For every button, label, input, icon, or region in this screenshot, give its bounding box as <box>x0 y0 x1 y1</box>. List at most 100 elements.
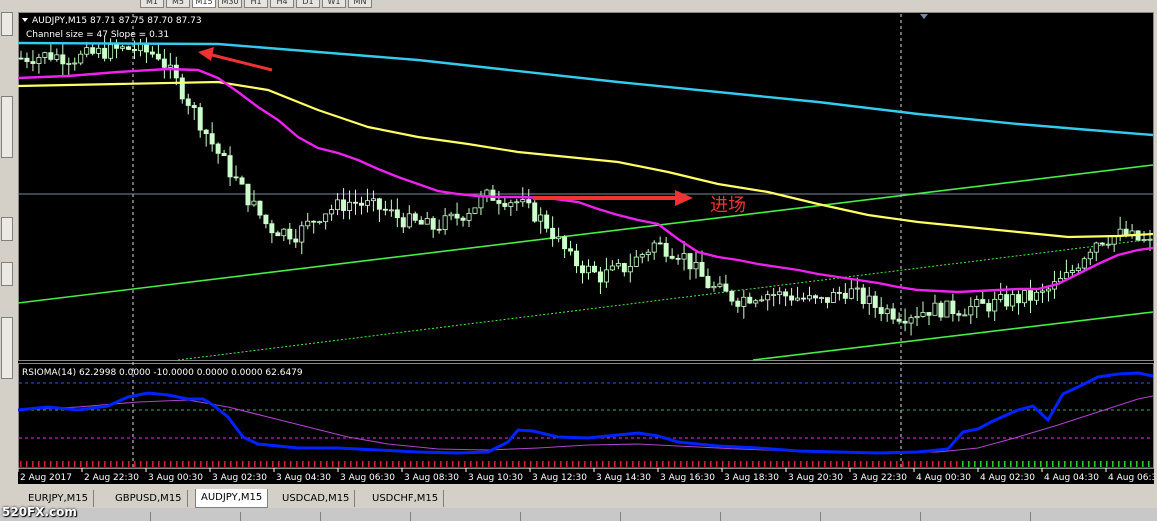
chart-tab[interactable]: AUDJPY,M15 <box>195 489 269 508</box>
histogram-bar <box>986 461 988 467</box>
candle-body <box>938 302 944 318</box>
indicator-scrollbar-thumb[interactable] <box>1 317 13 379</box>
candle-body <box>603 269 609 283</box>
candle-body <box>980 299 986 304</box>
histogram-bar <box>506 461 508 467</box>
candle-body <box>950 300 956 315</box>
histogram-bar <box>620 461 622 467</box>
timeframe-button-h4[interactable]: H4 <box>270 0 294 8</box>
indicator-scroll-up-button[interactable] <box>1 262 13 286</box>
shift-marker-icon[interactable] <box>920 14 928 19</box>
timeframe-button-m5[interactable]: M5 <box>166 0 190 8</box>
timeframe-button-m15[interactable]: M15 <box>192 0 216 8</box>
histogram-bar <box>1070 461 1072 467</box>
price-chart[interactable]: 进场 AUDJPY,M15 87.71 87.75 87.70 87.73 Ch… <box>18 12 1154 484</box>
candle-body <box>1087 251 1093 260</box>
histogram-bar <box>1022 461 1024 467</box>
candle-body <box>478 196 484 209</box>
candle-body <box>454 213 460 219</box>
histogram-bar <box>374 461 376 467</box>
time-axis-label: 4 Aug 00:30 <box>916 473 971 483</box>
histogram-bar <box>770 461 772 467</box>
histogram-bar <box>1136 461 1138 467</box>
histogram-bar <box>710 461 712 467</box>
candle-body <box>699 262 705 277</box>
histogram-bar <box>1034 461 1036 467</box>
candle-body <box>42 52 48 58</box>
histogram-bar <box>566 461 568 467</box>
histogram-bar <box>230 461 232 467</box>
histogram-bar <box>998 461 1000 467</box>
candle-body <box>54 54 60 60</box>
chart-tab[interactable]: USDCAD,M15 <box>277 490 356 507</box>
histogram-bar <box>560 461 562 467</box>
histogram-bar <box>614 461 616 467</box>
histogram-bar <box>1088 461 1090 467</box>
histogram-bar <box>716 461 718 467</box>
scroll-up-button[interactable] <box>1 12 13 36</box>
timeframe-button-mn[interactable]: MN <box>348 0 372 8</box>
histogram-bar <box>194 461 196 467</box>
scroll-down-button[interactable] <box>1 217 13 241</box>
histogram-bar <box>380 461 382 467</box>
candle-body <box>657 242 663 245</box>
candle-body <box>388 209 394 212</box>
time-axis: 2 Aug 2017 2 Aug 22:30 3 Aug 00:30 3 Aug 02… <box>18 468 1154 483</box>
timeframe-button-h1[interactable]: H1 <box>244 0 268 8</box>
timeframe-button-m30[interactable]: M30 <box>218 0 242 8</box>
candle-body <box>663 243 669 257</box>
histogram-bar <box>962 461 964 467</box>
histogram-bar <box>500 461 502 467</box>
histogram-bar <box>692 461 694 467</box>
candle-body <box>544 214 550 229</box>
candle-body <box>376 198 382 210</box>
histogram-bar <box>122 461 124 467</box>
candle-body <box>287 228 293 240</box>
histogram-bar <box>1100 461 1102 467</box>
chart-tab[interactable]: GBPUSD,M15 <box>110 490 188 507</box>
candle-body <box>693 262 699 270</box>
candle-body <box>890 308 896 320</box>
candle-body <box>1016 294 1022 304</box>
histogram-bar <box>1064 461 1066 467</box>
candle-body <box>131 49 137 51</box>
histogram-bar <box>68 461 70 467</box>
candle-body <box>263 214 269 225</box>
histogram-bar <box>1010 461 1012 467</box>
histogram-bar <box>788 461 790 467</box>
histogram-bar <box>302 461 304 467</box>
chart-tab[interactable]: USDCHF,M15 <box>367 490 445 507</box>
histogram-bar <box>752 461 754 467</box>
candle-body <box>185 98 191 106</box>
candle-body <box>1063 272 1069 279</box>
candle-body <box>329 209 335 215</box>
candle-body <box>771 294 777 297</box>
timeframe-button-m1[interactable]: M1 <box>140 0 164 8</box>
candle-body <box>538 214 544 222</box>
chart-collapse-icon[interactable] <box>22 18 28 22</box>
candle-body <box>394 209 400 219</box>
histogram-bar <box>974 461 976 467</box>
timeframe-button-w1[interactable]: W1 <box>322 0 346 8</box>
chart-tabs: EURJPY,M15 GBPUSD,M15 AUDJPY,M15 USDCAD,M15… <box>18 489 1157 508</box>
candle-body <box>717 283 723 287</box>
histogram-bar <box>446 461 448 467</box>
terminal-column-divider <box>920 512 921 521</box>
histogram-bar <box>428 461 430 467</box>
scrollbar-thumb[interactable] <box>1 96 13 158</box>
candle-body <box>574 250 580 267</box>
candle-body <box>370 198 376 202</box>
histogram-bar <box>134 461 136 467</box>
histogram-bar <box>836 461 838 467</box>
histogram-bar <box>698 461 700 467</box>
candle-body <box>795 297 801 301</box>
histogram-bar <box>404 461 406 467</box>
candle-body <box>830 292 836 303</box>
histogram-bar <box>164 461 166 467</box>
histogram-bar <box>200 461 202 467</box>
candle-body <box>729 290 735 302</box>
histogram-bar <box>326 461 328 467</box>
histogram-bar <box>686 461 688 467</box>
timeframe-button-d1[interactable]: D1 <box>296 0 320 8</box>
candle-body <box>114 44 120 49</box>
